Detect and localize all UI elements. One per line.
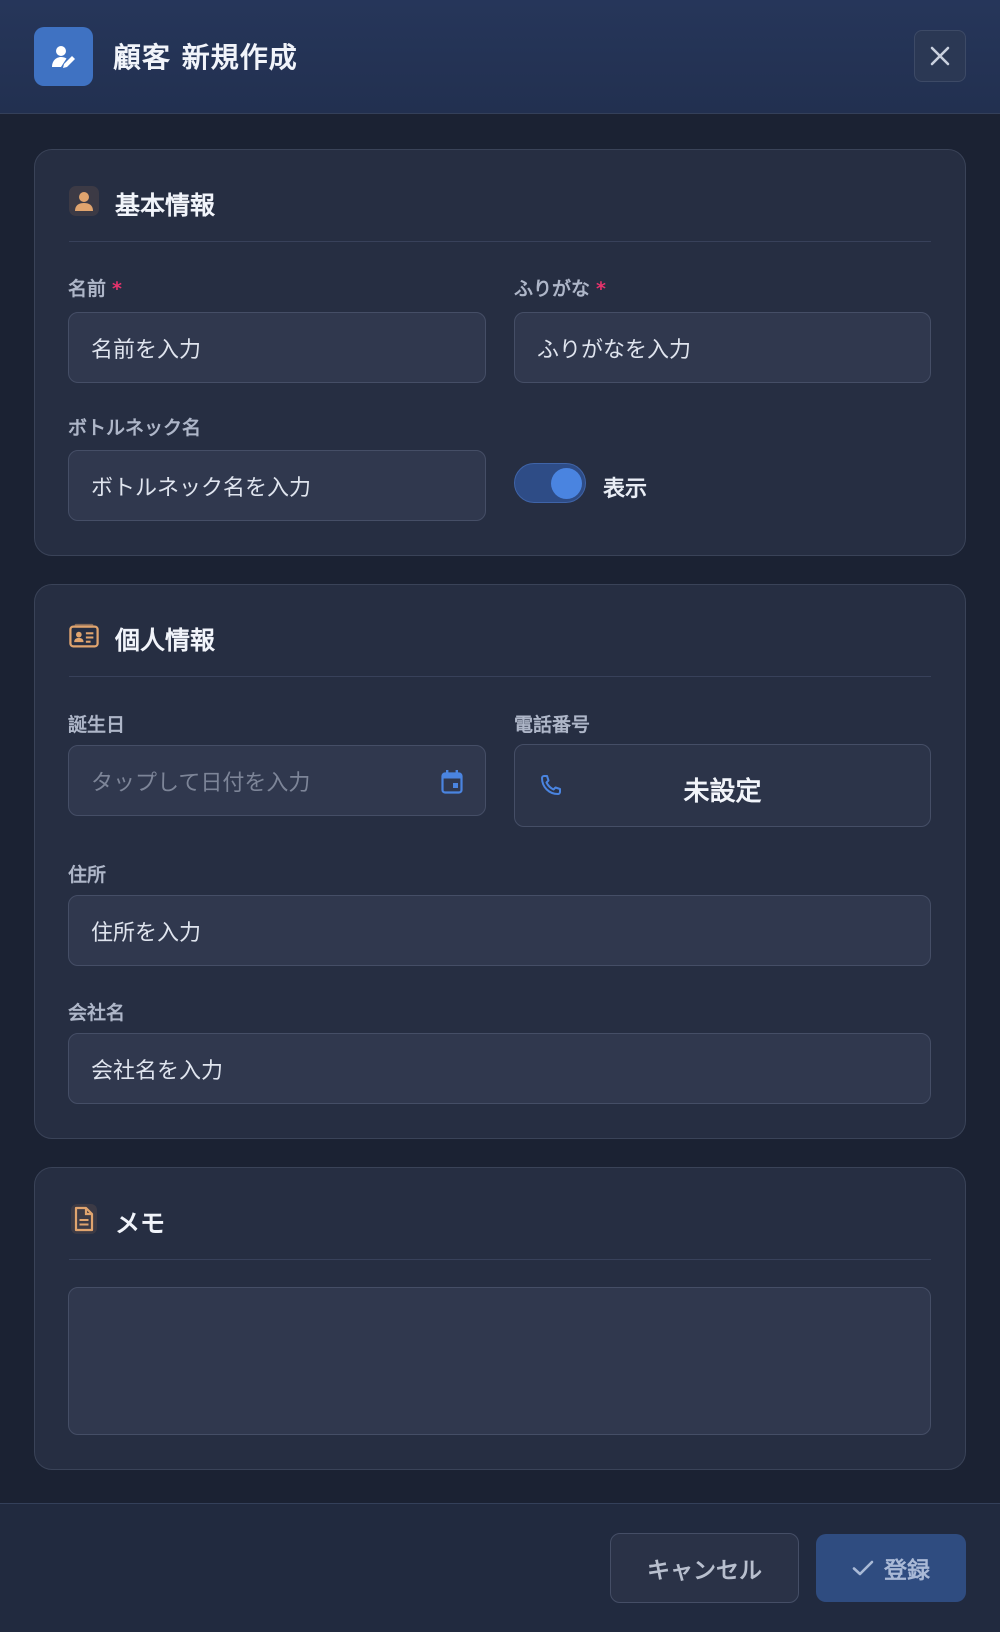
display-toggle[interactable] (514, 463, 586, 503)
person-icon (69, 186, 99, 216)
name-input-text: 名前を入力 (91, 337, 202, 363)
furigana-input[interactable]: ふりがなを入力 (514, 312, 931, 383)
furigana-label-text: ふりがな (514, 278, 591, 300)
furigana-label: ふりがな * (514, 274, 606, 301)
phone-button[interactable]: 未設定 (514, 744, 931, 827)
bottle-input-text: ボトルネック名を入力 (91, 475, 312, 501)
address-label: 住所 (68, 864, 107, 886)
birthday-input-text: タップして日付を入力 (91, 770, 311, 796)
dialog-title: 顧客 新規作成 (113, 41, 298, 74)
display-toggle-label: 表示 (603, 477, 648, 502)
user-edit-icon (34, 27, 93, 86)
submit-label: 登録 (884, 1558, 930, 1584)
id-card-icon (69, 621, 99, 651)
name-input[interactable]: 名前を入力 (68, 312, 486, 383)
close-button[interactable] (914, 30, 966, 82)
company-input[interactable]: 会社名を入力 (68, 1033, 931, 1104)
required-mark: * (112, 278, 122, 300)
address-input[interactable]: 住所を入力 (68, 895, 931, 966)
memo-header: メモ (69, 1168, 931, 1260)
personal-info-header: 個人情報 (69, 585, 931, 677)
memo-textarea[interactable] (68, 1287, 931, 1435)
company-input-text: 会社名を入力 (91, 1058, 224, 1084)
check-icon (852, 1560, 874, 1576)
basic-info-header: 基本情報 (69, 150, 931, 242)
furigana-input-text: ふりがなを入力 (537, 337, 692, 363)
basic-info-title: 基本情報 (115, 191, 216, 220)
phone-value: 未設定 (683, 777, 762, 807)
close-icon (930, 46, 950, 66)
toggle-knob (551, 468, 582, 499)
memo-title: メモ (115, 1209, 166, 1238)
dialog-header: 顧客 新規作成 (0, 0, 1000, 114)
cancel-button[interactable]: キャンセル (610, 1533, 799, 1603)
document-icon (69, 1204, 99, 1234)
required-mark: * (596, 278, 606, 300)
birthday-label: 誕生日 (68, 714, 126, 736)
birthday-input[interactable]: タップして日付を入力 (68, 745, 486, 816)
name-label: 名前 * (68, 274, 122, 301)
name-label-text: 名前 (68, 278, 107, 300)
personal-info-title: 個人情報 (115, 626, 216, 655)
company-label: 会社名 (68, 1002, 126, 1024)
dialog-footer: キャンセル 登録 (0, 1503, 1000, 1632)
phone-label: 電話番号 (514, 714, 591, 736)
bottle-input[interactable]: ボトルネック名を入力 (68, 450, 486, 521)
calendar-icon (441, 770, 463, 794)
address-input-text: 住所を入力 (91, 920, 202, 946)
submit-button[interactable]: 登録 (816, 1534, 966, 1602)
bottle-label: ボトルネック名 (68, 417, 202, 439)
